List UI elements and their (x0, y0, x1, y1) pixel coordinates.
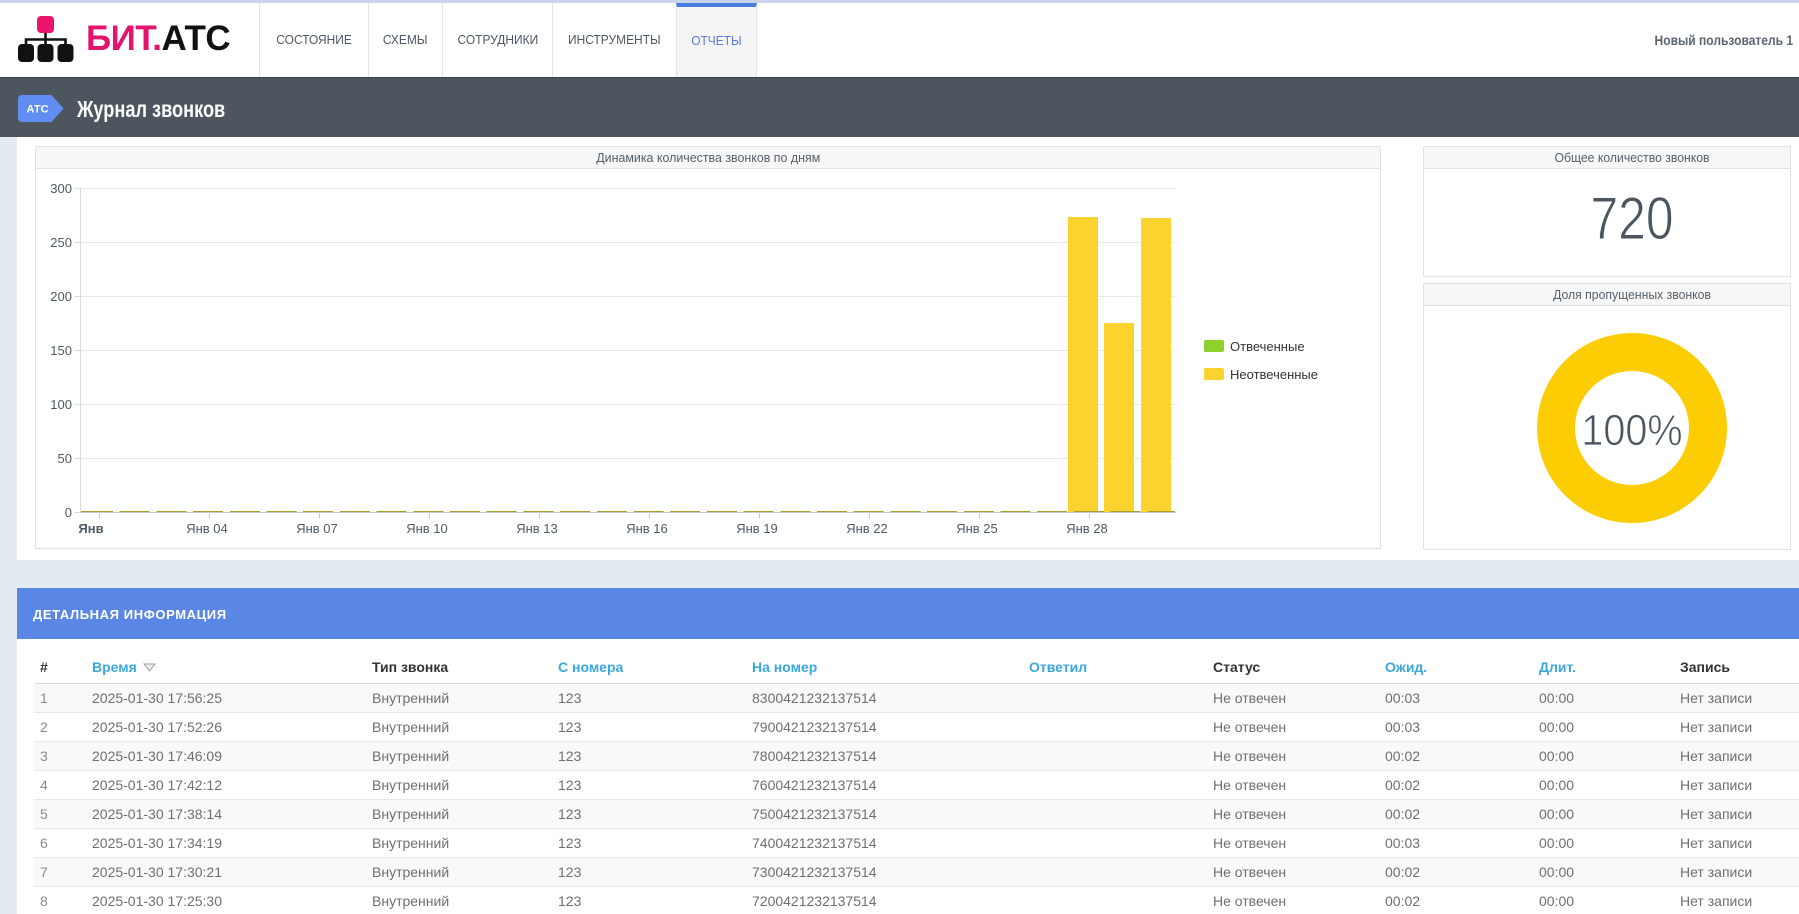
svg-text:АТС: АТС (26, 104, 48, 116)
